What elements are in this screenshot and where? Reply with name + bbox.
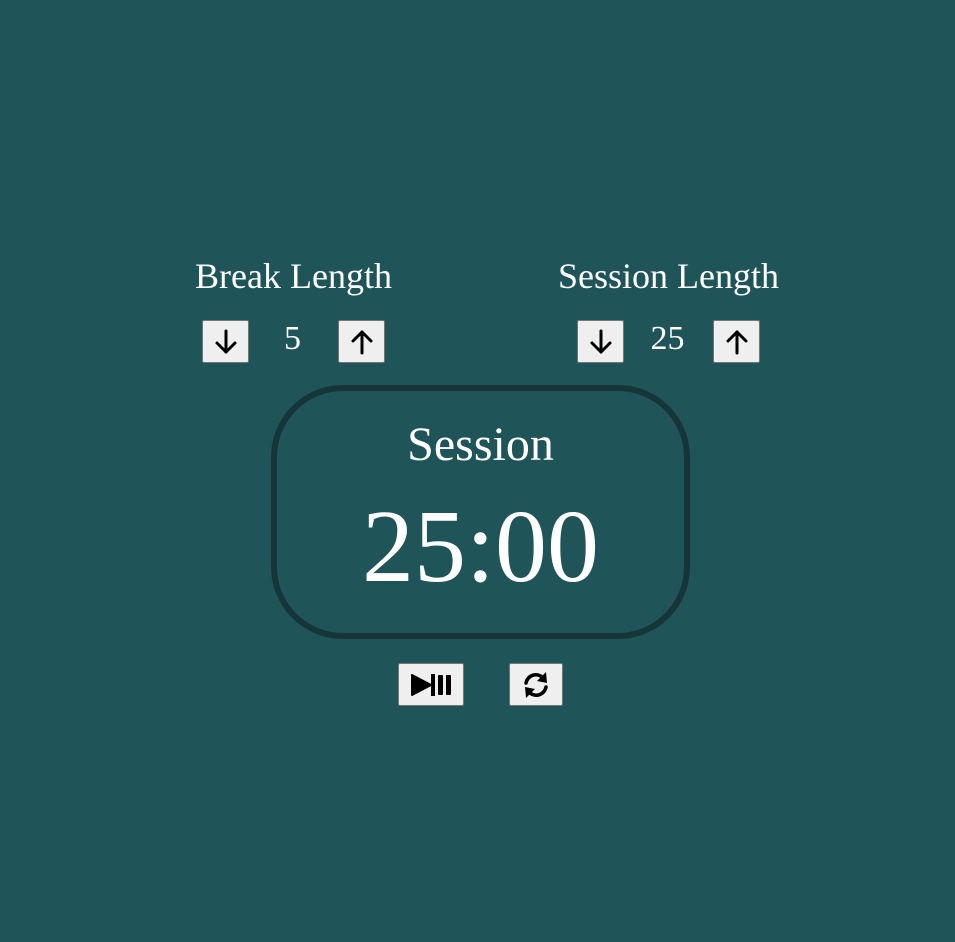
break-decrement-button[interactable] bbox=[202, 320, 249, 363]
session-decrement-button[interactable] bbox=[577, 320, 624, 363]
arrow-down-icon bbox=[214, 329, 238, 355]
refresh-icon bbox=[521, 671, 551, 699]
break-length-value: 5 bbox=[284, 320, 301, 357]
timer-display: Session 25:00 bbox=[271, 385, 690, 639]
timer-label: Session bbox=[407, 418, 554, 471]
time-left: 25:00 bbox=[362, 489, 599, 604]
play-pause-icon bbox=[409, 672, 453, 698]
session-increment-button[interactable] bbox=[713, 320, 760, 363]
arrow-up-icon bbox=[725, 329, 749, 355]
arrow-down-icon bbox=[589, 329, 613, 355]
break-increment-button[interactable] bbox=[338, 320, 385, 363]
break-length-label: Break Length bbox=[195, 256, 392, 296]
session-length-label: Session Length bbox=[558, 256, 779, 296]
start-stop-button[interactable] bbox=[398, 663, 464, 706]
arrow-up-icon bbox=[350, 329, 374, 355]
reset-button[interactable] bbox=[509, 663, 563, 706]
session-length-value: 25 bbox=[650, 320, 685, 357]
